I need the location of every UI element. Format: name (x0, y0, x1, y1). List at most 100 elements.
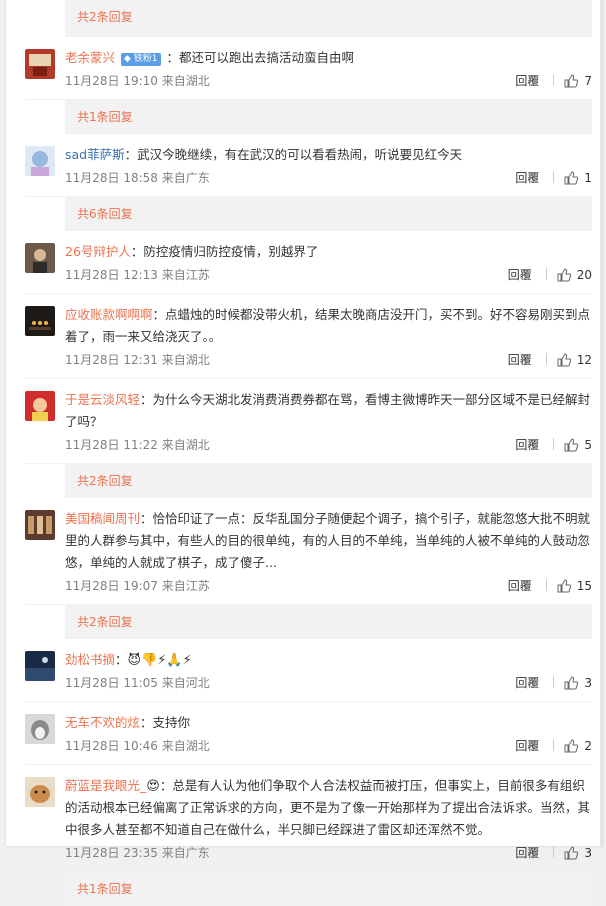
scrollbar-track[interactable] (600, 0, 603, 846)
comment-time-source: 11月28日 19:10 来自湖北 (65, 74, 210, 88)
more-replies-link[interactable]: 共2条回复 (65, 605, 592, 639)
avatar[interactable] (25, 510, 55, 540)
like-button[interactable]: 3 (564, 676, 592, 690)
comment-meta: 11月28日 11:22 来自湖北 回覆 5 (65, 433, 592, 457)
comment-text: 老余蒙兴 ◆ 铁粉1 ：都还可以跑出去搞活动蛮自由啊 (65, 47, 592, 69)
more-replies-link[interactable]: 共2条回复 (65, 0, 592, 37)
more-replies-link[interactable]: 共2条回复 (65, 464, 592, 498)
thumbs-up-icon (557, 579, 571, 593)
comment-meta: 11月28日 12:31 来自湖北 回覆 12 (65, 348, 592, 372)
reply-button[interactable]: 回覆 (515, 438, 539, 452)
like-button[interactable]: 7 (564, 74, 592, 88)
comment-item: 蔚蓝是我眼光_😍：总是有人认为他们争取个人合法权益而被打压，但事实上，目前很多有… (25, 765, 592, 872)
like-count: 15 (576, 579, 592, 593)
comment-item: 劲松书摘：😈👎⚡🙏⚡ 11月28日 11:05 来自河北 回覆 3 (25, 639, 592, 702)
thumbs-up-icon (557, 268, 571, 282)
commenter-name[interactable]: 劲松书摘 (65, 652, 115, 667)
comment-meta: 11月28日 10:46 来自湖北 回覆 2 (65, 734, 592, 758)
comment-content: ：防控疫情归防控疫情，别越界了 (130, 244, 319, 259)
thumbs-up-icon (564, 846, 579, 860)
comment-time-source: 11月28日 11:22 来自湖北 (65, 438, 210, 452)
like-button[interactable]: 2 (564, 739, 592, 753)
avatar[interactable] (25, 146, 55, 176)
comment-actions: 回覆 20 (508, 263, 592, 287)
reply-button[interactable]: 回覆 (508, 268, 532, 282)
more-replies-link[interactable]: 共1条回复 (65, 100, 592, 134)
avatar[interactable] (25, 651, 55, 681)
reply-button[interactable]: 回覆 (515, 74, 539, 88)
comment-text: 应收账款啊啊啊：点蜡烛的时候都没带火机，结果太晚商店没开门，买不到。好不容易刚买… (65, 304, 592, 348)
thumbs-up-icon (557, 353, 571, 367)
commenter-name[interactable]: sad菲萨斯 (65, 147, 125, 162)
comment-content: ： (115, 652, 128, 667)
avatar[interactable] (25, 777, 55, 807)
divider (553, 171, 555, 183)
comment-text: 蔚蓝是我眼光_😍：总是有人认为他们争取个人合法权益而被打压，但事实上，目前很多有… (65, 775, 592, 841)
thumbs-up-icon (564, 74, 579, 88)
comment-time-source: 11月28日 10:46 来自湖北 (65, 739, 210, 753)
more-replies-link[interactable]: 共6条回复 (65, 197, 592, 231)
comment-time-source: 11月28日 12:13 来自江苏 (65, 268, 210, 282)
commenter-name[interactable]: 26号辩护人 (65, 244, 131, 259)
comment-item: 美国稿闻周刊：恰恰印证了一点：反华乱国分子随便起个调子，搞个引子，就能忽悠大批不… (25, 498, 592, 605)
like-button[interactable]: 1 (564, 171, 592, 185)
like-button[interactable]: 3 (564, 846, 592, 860)
comment-content: ：为什么今天湖北发消费消费券都在骂，看博主微博昨天一部分区域不是已经解封了吗？ (65, 392, 591, 429)
commenter-name[interactable]: 于是云淡风轻 (65, 392, 140, 407)
like-button[interactable]: 20 (557, 268, 592, 282)
reply-button[interactable]: 回覆 (508, 579, 532, 593)
like-count: 3 (584, 846, 592, 860)
comment-time-source: 11月28日 19:07 来自江苏 (65, 579, 210, 593)
comment-text: 无车不欢的炫：支持你 (65, 712, 592, 734)
comment-meta: 11月28日 12:13 来自江苏 回覆 20 (65, 263, 592, 287)
divider (545, 579, 547, 591)
comment-meta: 11月28日 23:35 来自广东 回覆 3 (65, 841, 592, 865)
reply-button[interactable]: 回覆 (515, 171, 539, 185)
divider (545, 353, 547, 365)
comment-content: ：武汉今晚继续，有在武汉的可以看看热闹，听说要见红今天 (124, 147, 463, 162)
comment-actions: 回覆 7 (515, 69, 592, 93)
comment-time-source: 11月28日 23:35 来自广东 (65, 846, 210, 860)
comment-time-source: 11月28日 11:05 来自河北 (65, 676, 210, 690)
thumbs-up-icon (564, 171, 579, 185)
thumbs-up-icon (564, 739, 579, 753)
commenter-name[interactable]: 美国稿闻周刊 (65, 511, 140, 526)
comment-item: 应收账款啊啊啊：点蜡烛的时候都没带火机，结果太晚商店没开门，买不到。好不容易刚买… (25, 294, 592, 379)
comment-text: sad菲萨斯：武汉今晚继续，有在武汉的可以看看热闹，听说要见红今天 (65, 144, 592, 166)
comment-actions: 回覆 12 (508, 348, 592, 372)
avatar[interactable] (25, 306, 55, 336)
more-replies-link[interactable]: 共1条回复 (65, 872, 592, 906)
comment-content: ：支持你 (140, 715, 191, 730)
reply-button[interactable]: 回覆 (515, 846, 539, 860)
comment-text: 于是云淡风轻：为什么今天湖北发消费消费券都在骂，看博主微博昨天一部分区域不是已经… (65, 389, 592, 433)
avatar[interactable] (25, 243, 55, 273)
like-count: 1 (584, 171, 592, 185)
divider (553, 438, 555, 450)
thumbs-up-icon (564, 676, 579, 690)
thumbs-up-icon (564, 438, 579, 452)
reply-button[interactable]: 回覆 (515, 739, 539, 753)
commenter-name[interactable]: 无车不欢的炫 (65, 715, 140, 730)
commenter-name[interactable]: 应收账款啊啊啊 (65, 307, 153, 322)
commenter-name[interactable]: 蔚蓝是我眼光_ (65, 778, 146, 793)
like-button[interactable]: 12 (557, 353, 592, 367)
comment-content: ：恰恰印证了一点：反华乱国分子随便起个调子，搞个引子，就能忽悠大批不明就里的人群… (65, 511, 591, 570)
reply-button[interactable]: 回覆 (515, 676, 539, 690)
comment-actions: 回覆 15 (508, 574, 592, 598)
like-button[interactable]: 15 (557, 579, 592, 593)
comment-text: 26号辩护人：防控疫情归防控疫情，别越界了 (65, 241, 592, 263)
emoji-sequence: 😈👎⚡🙏⚡ (127, 653, 192, 668)
like-count: 12 (576, 353, 592, 367)
name-emoji: 😍 (146, 779, 160, 794)
fan-badge[interactable]: ◆ 铁粉1 (121, 53, 161, 66)
comment-meta: 11月28日 19:10 来自湖北 回覆 7 (65, 69, 592, 93)
avatar[interactable] (25, 49, 55, 79)
divider (553, 676, 555, 688)
avatar[interactable] (25, 714, 55, 744)
like-button[interactable]: 5 (564, 438, 592, 452)
avatar[interactable] (25, 391, 55, 421)
reply-button[interactable]: 回覆 (508, 353, 532, 367)
comment-item: sad菲萨斯：武汉今晚继续，有在武汉的可以看看热闹，听说要见红今天 11月28日… (25, 134, 592, 197)
commenter-name[interactable]: 老余蒙兴 (65, 50, 115, 65)
comment-content: ：都还可以跑出去搞活动蛮自由啊 (166, 50, 355, 65)
